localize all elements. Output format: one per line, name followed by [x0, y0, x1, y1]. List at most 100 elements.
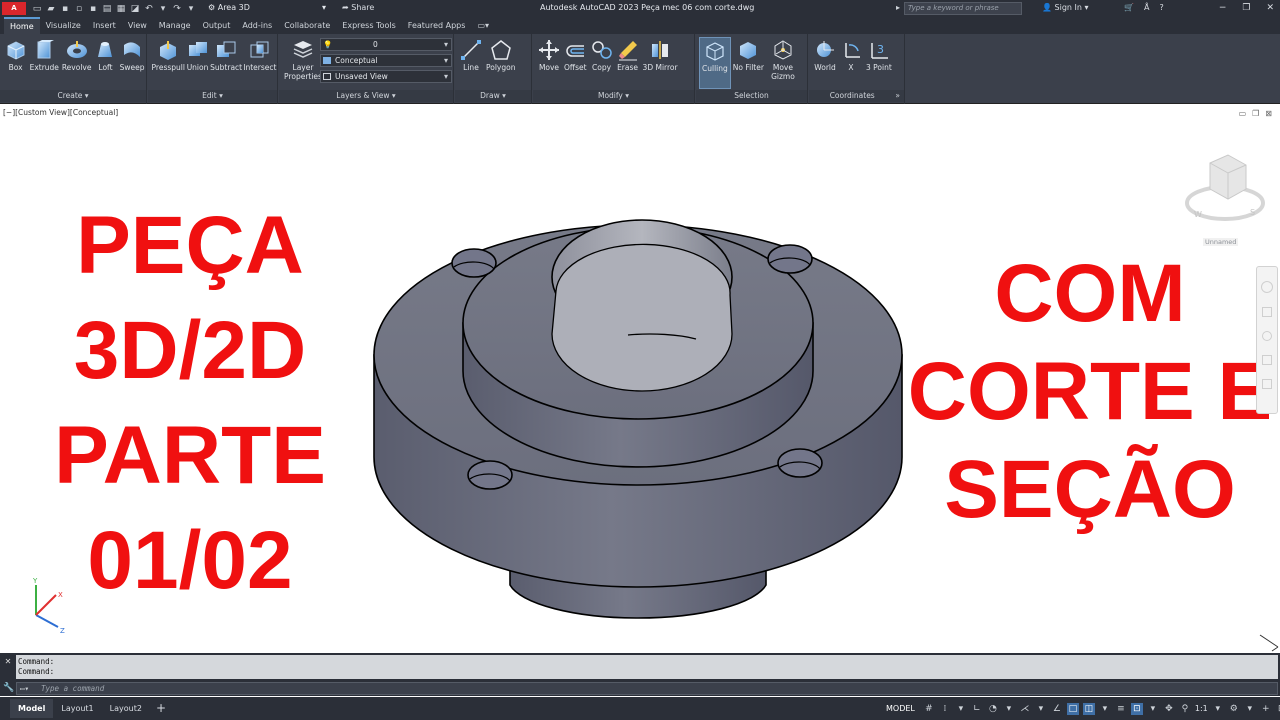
drawing-viewport[interactable]: [−][Custom View][Conceptual] ▭ ❐ ⊠ PEÇA …: [0, 105, 1280, 653]
box-tool[interactable]: Box: [3, 37, 28, 89]
panel-title-modify[interactable]: Modify ▾: [533, 90, 694, 102]
3-point-ucs-tool[interactable]: 3 3 Point: [864, 37, 894, 89]
autocad-logo[interactable]: A CAD: [2, 2, 26, 25]
subtract-tool[interactable]: Subtract: [210, 37, 243, 89]
copy-tool[interactable]: Copy: [589, 37, 615, 89]
ribbon-toggle-icon[interactable]: ▭▾: [471, 17, 495, 34]
union-tool[interactable]: Union: [185, 37, 209, 89]
layer-dropdown[interactable]: 💡 0: [320, 38, 452, 51]
close-command-line-icon[interactable]: ✕: [2, 656, 14, 667]
chevron-down-icon[interactable]: ▾: [1035, 703, 1047, 715]
lineweight-icon[interactable]: ≡: [1115, 703, 1127, 715]
polygon-tool[interactable]: Polygon: [484, 37, 517, 89]
showmotion-icon[interactable]: [1262, 379, 1272, 389]
chevron-down-icon[interactable]: ▾: [955, 703, 967, 715]
autodesk-a360-icon[interactable]: Å: [1144, 1, 1149, 15]
redo-dropdown-icon[interactable]: ▾: [186, 4, 196, 14]
chevron-down-icon[interactable]: ▾: [1212, 703, 1224, 715]
open-icon[interactable]: ▰: [46, 4, 56, 14]
panel-title-create[interactable]: Create ▾: [0, 90, 146, 102]
revolve-tool[interactable]: Revolve: [60, 37, 93, 89]
gizmo-icon[interactable]: ✥: [1163, 703, 1175, 715]
tab-add-ins[interactable]: Add-ins: [236, 17, 278, 34]
viewcube-icon[interactable]: W S: [1180, 145, 1270, 235]
viewport-restore-icon[interactable]: ❐: [1252, 109, 1259, 118]
loft-tool[interactable]: Loft: [93, 37, 118, 89]
new-icon[interactable]: ▭: [32, 4, 42, 14]
tab-layout2[interactable]: Layout2: [102, 699, 150, 718]
undo-dropdown-icon[interactable]: ▾: [158, 4, 168, 14]
viewport-close-icon[interactable]: ⊠: [1265, 109, 1272, 118]
erase-tool[interactable]: Erase: [615, 37, 641, 89]
redo-icon[interactable]: ↷: [172, 4, 182, 14]
panel-title-coordinates[interactable]: Coordinates »: [809, 90, 904, 102]
steering-wheel-icon[interactable]: [1261, 281, 1273, 293]
annotation-icon[interactable]: ⚲: [1179, 703, 1191, 715]
pan-icon[interactable]: [1262, 307, 1272, 317]
polar-icon[interactable]: ◔: [987, 703, 999, 715]
x-ucs-tool[interactable]: X: [838, 37, 864, 89]
annotation-monitor-icon[interactable]: +: [1260, 703, 1272, 715]
chevron-down-icon[interactable]: ▾: [1099, 703, 1111, 715]
tab-output[interactable]: Output: [197, 17, 237, 34]
orbit-icon[interactable]: [1262, 355, 1272, 365]
panel-title-edit[interactable]: Edit ▾: [148, 90, 277, 102]
workspace-gear-icon[interactable]: ⚙: [1228, 703, 1240, 715]
save-cloud-icon[interactable]: ▫: [74, 4, 84, 14]
panel-title-draw[interactable]: Draw ▾: [455, 90, 531, 102]
save-as-icon[interactable]: ▪: [88, 4, 98, 14]
minimize-icon[interactable]: −: [1219, 1, 1227, 15]
help-search-input[interactable]: Type a keyword or phrase: [904, 2, 1022, 15]
line-tool[interactable]: Line: [458, 37, 484, 89]
named-view-dropdown[interactable]: Unsaved View: [320, 70, 452, 83]
tab-home[interactable]: Home: [4, 17, 40, 34]
3d-object-snap-icon[interactable]: ◫: [1082, 702, 1095, 715]
tab-layout1[interactable]: Layout1: [53, 699, 101, 718]
object-snap-icon[interactable]: □: [1066, 702, 1079, 715]
help-icon[interactable]: ?: [1159, 1, 1163, 15]
offset-tool[interactable]: Offset: [562, 37, 589, 89]
grid-icon[interactable]: #: [923, 703, 935, 715]
object-snap-tracking-icon[interactable]: ∠: [1051, 703, 1063, 715]
restore-icon[interactable]: ❐: [1242, 1, 1250, 15]
ucs-menu-caption[interactable]: Unnamed: [1203, 238, 1239, 246]
tab-featured-apps[interactable]: Featured Apps: [402, 17, 472, 34]
annotation-scale[interactable]: 1:1: [1195, 704, 1208, 713]
chevron-down-icon[interactable]: ▾: [1244, 703, 1256, 715]
dynamic-ucs-icon[interactable]: ⊡: [1130, 702, 1143, 715]
extrude-tool[interactable]: Extrude: [28, 37, 60, 89]
web-mobile-icon[interactable]: ◪: [130, 4, 140, 14]
move-tool[interactable]: Move: [536, 37, 562, 89]
close-icon[interactable]: ✕: [1266, 1, 1274, 15]
tab-collaborate[interactable]: Collaborate: [278, 17, 336, 34]
visual-style-dropdown[interactable]: Conceptual: [320, 54, 452, 67]
move-gizmo-tool[interactable]: Move Gizmo: [766, 37, 800, 89]
model-space-button[interactable]: MODEL: [882, 700, 919, 717]
customize-wrench-icon[interactable]: 🔧: [3, 683, 14, 693]
3d-mirror-tool[interactable]: 3D Mirror: [641, 37, 680, 89]
undo-icon[interactable]: ↶: [144, 4, 154, 14]
save-icon[interactable]: ▪: [60, 4, 70, 14]
chevron-down-icon[interactable]: ▾: [1003, 703, 1015, 715]
sign-in-button[interactable]: 👤 Sign In ▾: [1042, 1, 1089, 15]
add-layout-icon[interactable]: +: [150, 699, 172, 718]
tab-insert[interactable]: Insert: [87, 17, 122, 34]
intersect-tool[interactable]: Intersect: [243, 37, 277, 89]
tab-visualize[interactable]: Visualize: [40, 17, 87, 34]
culling-tool[interactable]: Culling: [699, 37, 731, 89]
search-arrow-icon[interactable]: ▸: [896, 1, 900, 15]
cart-icon[interactable]: 🛒: [1124, 1, 1134, 15]
isodraft-icon[interactable]: ⋌: [1019, 703, 1031, 715]
navigation-bar[interactable]: [1256, 266, 1278, 414]
print-icon[interactable]: ▤: [102, 4, 112, 14]
presspull-tool[interactable]: Presspull: [151, 37, 185, 89]
world-ucs-tool[interactable]: World: [812, 37, 838, 89]
flange-3d-model[interactable]: [360, 145, 920, 625]
tab-model[interactable]: Model: [10, 699, 54, 718]
zoom-icon[interactable]: [1262, 331, 1272, 341]
tab-view[interactable]: View: [122, 17, 153, 34]
no-filter-tool[interactable]: No Filter: [731, 37, 766, 89]
chevron-down-icon[interactable]: ▾: [1147, 703, 1159, 715]
layer-properties-tool[interactable]: Layer Properties: [282, 37, 324, 89]
panel-title-layers-view[interactable]: Layers & View ▾: [279, 90, 453, 102]
